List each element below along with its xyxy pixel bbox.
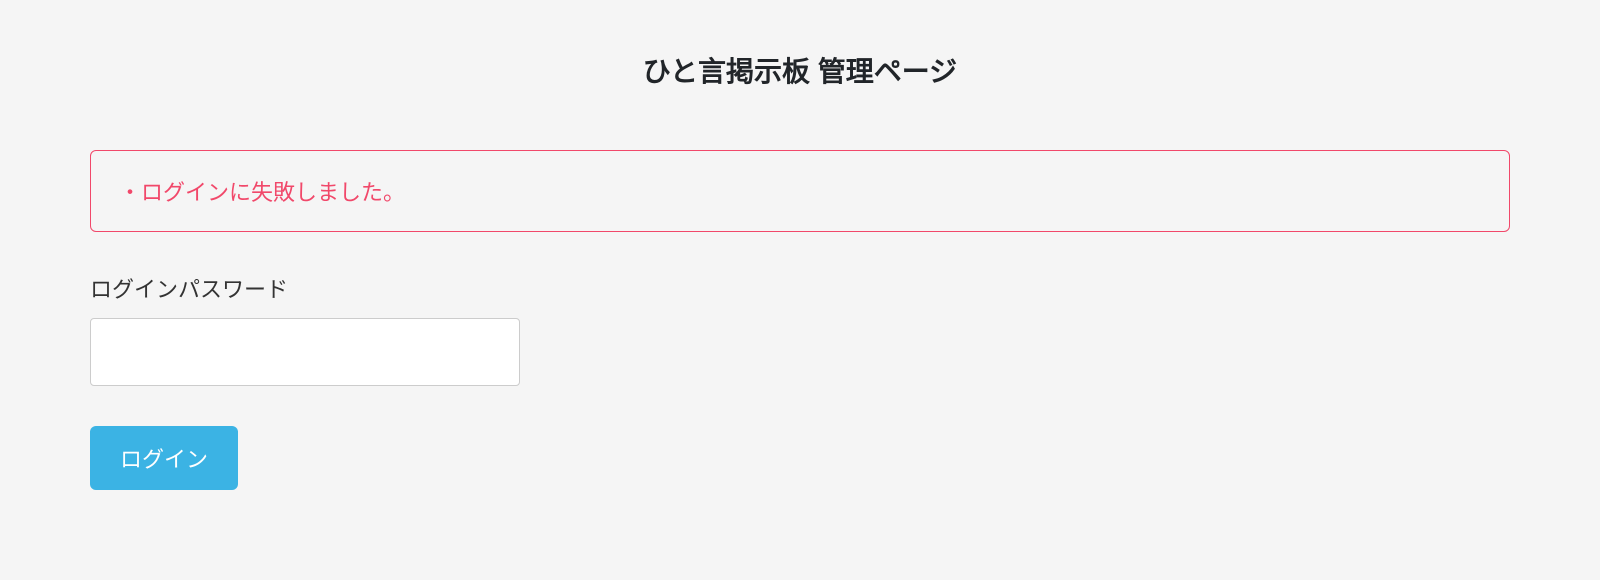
password-label: ログインパスワード [90,272,1510,304]
error-item: ・ログインに失敗しました。 [119,175,1481,207]
error-message-box: ・ログインに失敗しました。 [90,150,1510,232]
login-button[interactable]: ログイン [90,426,238,490]
main-container: ひと言掲示板 管理ページ ・ログインに失敗しました。 ログインパスワード ログイ… [90,0,1510,490]
password-form-group: ログインパスワード [90,272,1510,386]
page-title: ひと言掲示板 管理ページ [90,50,1510,90]
error-list: ・ログインに失敗しました。 [119,175,1481,207]
password-input[interactable] [90,318,520,386]
